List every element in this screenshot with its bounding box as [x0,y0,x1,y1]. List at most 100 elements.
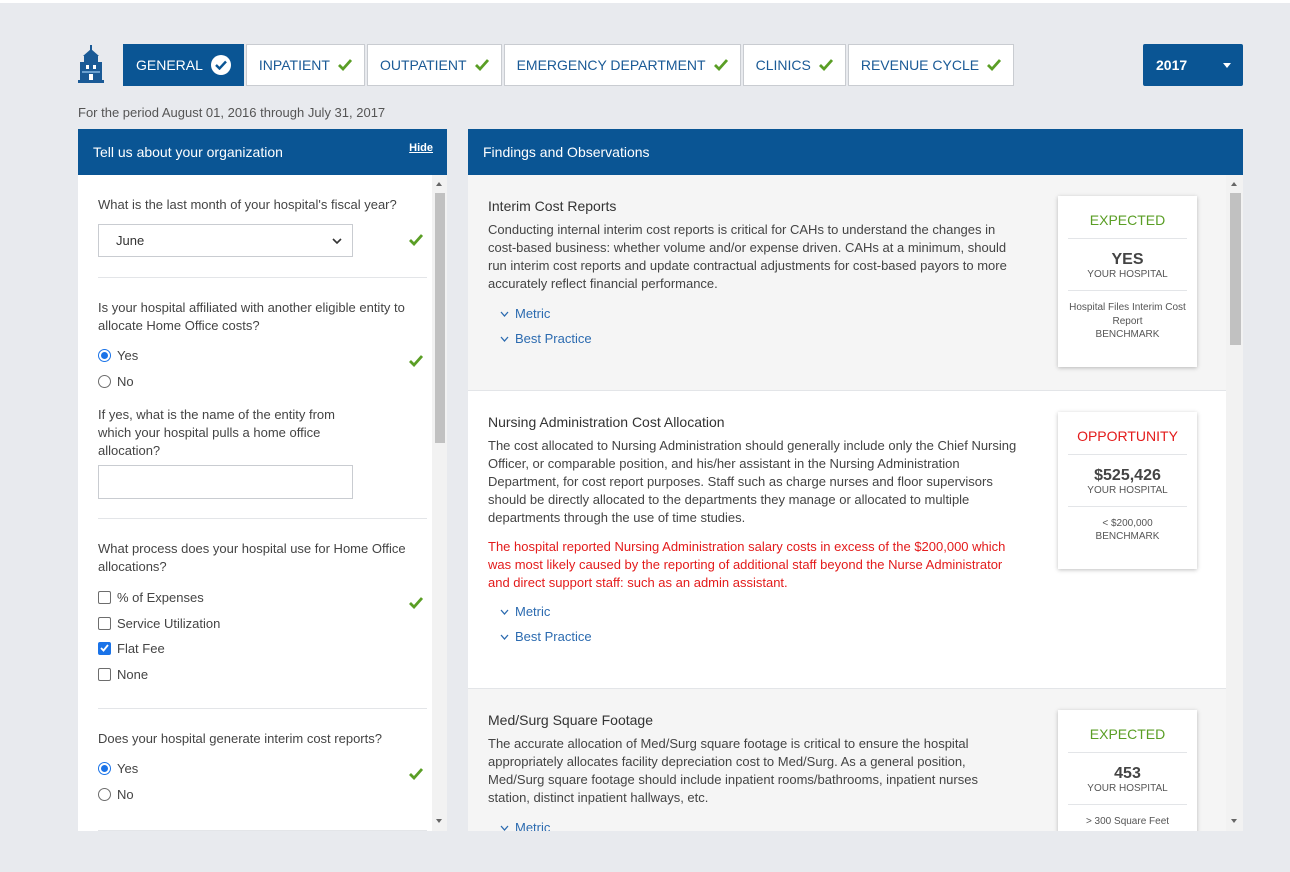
benchmark-label: BENCHMARK [1095,329,1160,340]
hide-link[interactable]: Hide [409,142,433,154]
benchmark-value: < $200,000 [1102,518,1153,529]
option-yes[interactable]: Yes [98,342,138,368]
status-badge: EXPECTED [1068,196,1187,239]
top-strip [0,0,1290,3]
radio[interactable] [98,787,111,801]
finding-title: Nursing Administration Cost Allocation [488,414,725,430]
best-practice-label: Best Practice [515,629,592,644]
period-text: For the period August 01, 2016 through J… [78,105,386,120]
year-dropdown[interactable]: 2017 [1143,44,1243,86]
hospital-value: 453 [1114,765,1141,782]
option-label: Yes [117,347,139,363]
option-no[interactable]: No [98,781,134,807]
best-practice-label: Best Practice [515,331,592,346]
option-none[interactable]: None [98,661,148,687]
entity-name-input[interactable] [98,465,353,499]
option-label: Flat Fee [117,640,165,656]
finding-description: The accurate allocation of Med/Surg squa… [488,736,978,805]
tab-outpatient[interactable]: OUTPATIENT [366,44,502,86]
best-practice-toggle[interactable]: Best Practice [500,331,592,346]
question-interim-reports: Does your hospital generate interim cost… [98,709,427,831]
tab-label: REVENUE CYCLE [860,57,980,73]
scroll-down-icon[interactable] [436,819,442,823]
organization-panel: Tell us about your organization Hide Wha… [78,129,447,831]
chevron-down-icon [500,634,509,640]
benchmark-value: Hospital Files Interim Cost Report [1069,302,1186,327]
chevron-down-icon [500,609,509,615]
question-text: Is your hospital affiliated with another… [98,300,405,333]
hospital-value-label: YOUR HOSPITAL [1068,485,1187,507]
metric-toggle[interactable]: Metric [500,306,550,321]
hospital-value-label: YOUR HOSPITAL [1068,783,1187,805]
chevron-down-icon [500,825,509,831]
finding-nursing-admin-cost: Nursing Administration Cost Allocation T… [468,391,1226,689]
question-home-office: Is your hospital affiliated with another… [98,278,427,519]
tab-inpatient[interactable]: INPATIENT [245,44,365,86]
option-label: Service Utilization [117,615,221,631]
right-scrollbar[interactable] [1226,175,1243,831]
finding-title: Med/Surg Square Footage [488,712,653,728]
finding-summary-card: OPPORTUNITY $525,426 YOUR HOSPITAL < $20… [1058,412,1197,569]
question-text: If yes, what is the name of the entity f… [98,407,335,458]
scrollbar-thumb[interactable] [435,193,445,443]
year-value: 2017 [1156,57,1188,73]
scroll-up-icon[interactable] [436,182,442,186]
status-badge: OPPORTUNITY [1068,412,1187,455]
option-yes[interactable]: Yes [98,755,138,781]
option-label: % of Expenses [117,589,204,605]
finding-summary-card: EXPECTED YES YOUR HOSPITAL Hospital File… [1058,196,1197,367]
option-flat-fee[interactable]: Flat Fee [98,635,165,661]
hospital-logo-icon [78,44,104,84]
metric-label: Metric [515,820,551,831]
tab-label: CLINICS [755,57,811,73]
panel-title: Findings and Observations [483,144,650,160]
scrollbar-thumb[interactable] [1230,193,1241,345]
check-icon [409,234,423,246]
checkbox[interactable] [98,667,111,681]
tab-label: OUTPATIENT [379,57,467,73]
checkbox-checked[interactable] [98,641,111,655]
panel-title: Tell us about your organization [93,144,283,160]
metric-toggle[interactable]: Metric [500,820,550,831]
select-value: June [116,233,145,248]
organization-panel-header: Tell us about your organization Hide [78,129,447,175]
hospital-value: YES [1111,251,1144,268]
best-practice-toggle[interactable]: Best Practice [500,629,592,644]
checkbox[interactable] [98,616,111,630]
check-icon [987,59,1002,72]
finding-description: Conducting internal interim cost reports… [488,222,1007,291]
option-label: No [117,786,134,802]
option-label: Yes [117,760,139,776]
scroll-up-icon[interactable] [1231,182,1237,186]
finding-interim-cost-reports: Interim Cost Reports Conducting internal… [468,175,1226,391]
check-icon [337,59,352,72]
radio-selected[interactable] [98,348,111,362]
check-icon [474,59,489,72]
fiscal-month-select[interactable]: June [98,224,353,257]
option-label: No [117,373,134,389]
finding-warning: The hospital reported Nursing Administra… [488,539,1006,590]
radio[interactable] [98,374,111,388]
check-icon [409,355,423,367]
option-no[interactable]: No [98,368,134,394]
status-badge: EXPECTED [1068,710,1187,753]
metric-toggle[interactable]: Metric [500,604,550,619]
tab-general[interactable]: GENERAL [123,44,244,86]
radio-selected[interactable] [98,761,111,775]
question-text: What process does your hospital use for … [98,541,406,574]
tab-revenue-cycle[interactable]: REVENUE CYCLE [847,44,1015,86]
tab-label: EMERGENCY DEPARTMENT [516,57,706,73]
tab-clinics[interactable]: CLINICS [742,44,846,86]
check-icon [409,597,423,609]
questions-list: What is the last month of your hospital'… [78,175,447,831]
benchmark-value: > 300 Square Feet [1085,816,1170,827]
option-pct-expenses[interactable]: % of Expenses [98,584,204,610]
checkbox[interactable] [98,590,111,604]
tab-label: INPATIENT [258,57,330,73]
left-scrollbar[interactable] [432,175,447,831]
metric-label: Metric [515,306,551,321]
option-service-utilization[interactable]: Service Utilization [98,610,220,636]
tab-emergency-department[interactable]: EMERGENCY DEPARTMENT [503,44,741,86]
chevron-down-icon [500,336,509,342]
scroll-down-icon[interactable] [1231,819,1237,823]
